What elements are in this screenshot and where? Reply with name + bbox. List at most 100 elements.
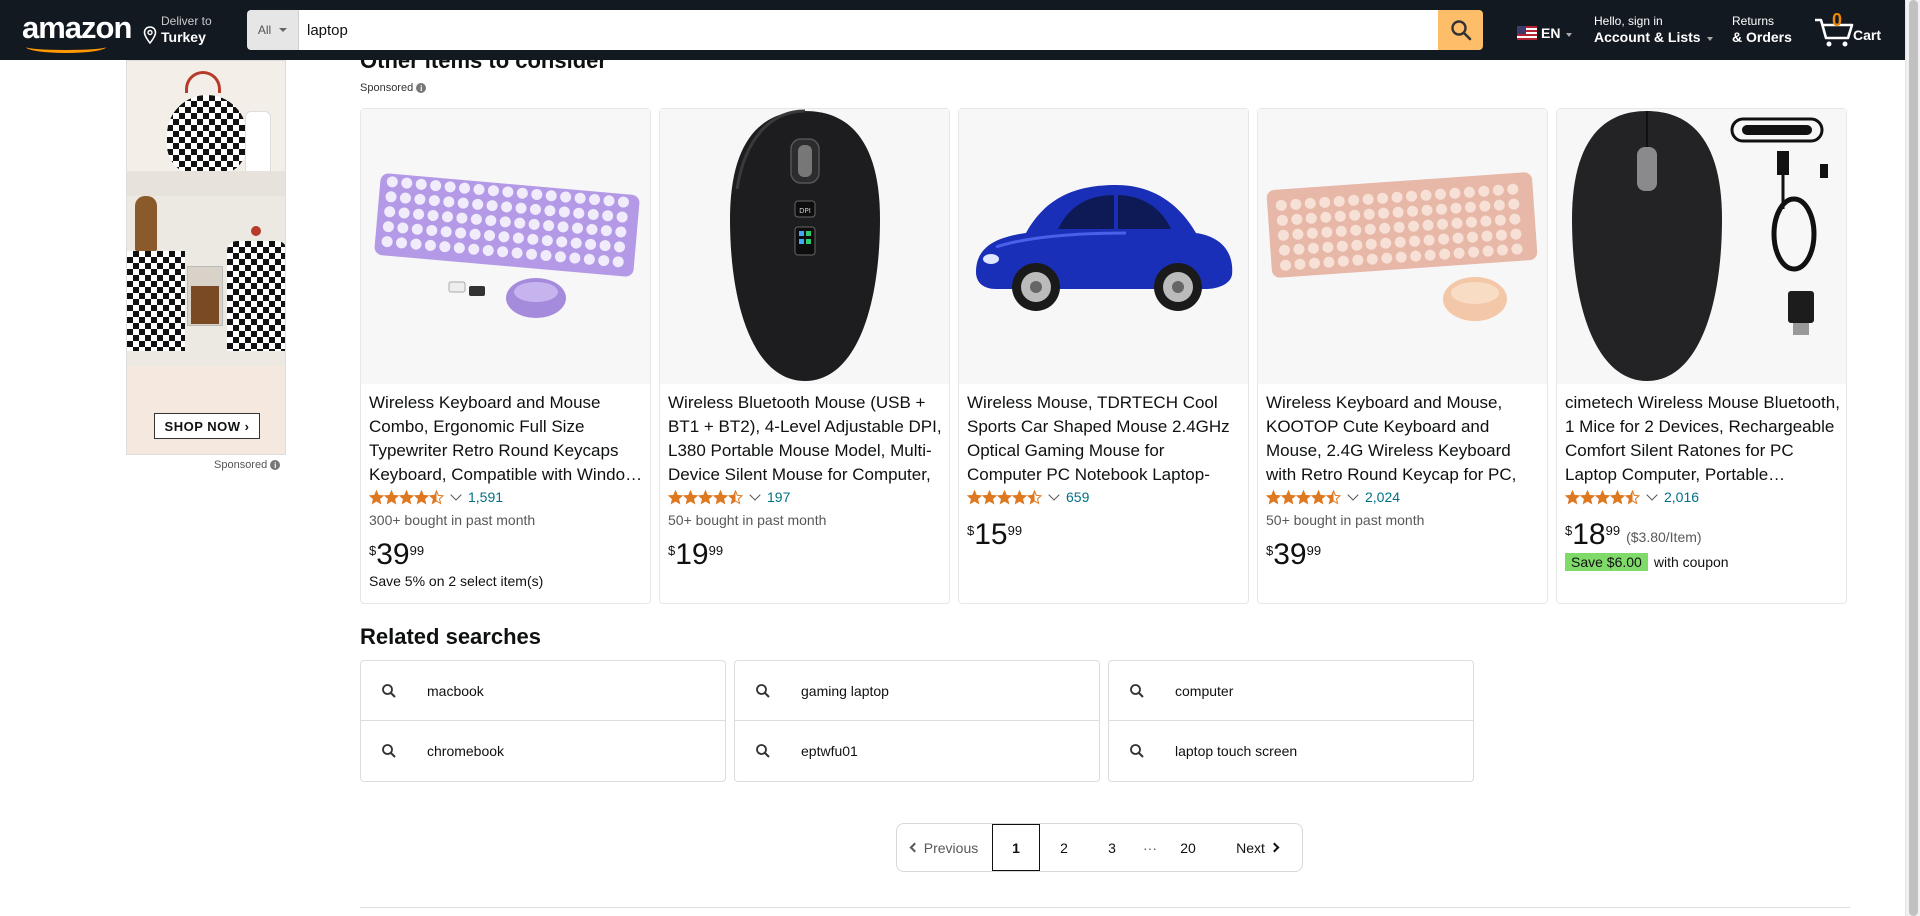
product-title[interactable]: cimetech Wireless Mouse Bluetooth, 1 Mic… [1565, 391, 1840, 487]
search-button[interactable] [1438, 10, 1483, 50]
product-card[interactable]: Wireless Keyboard and Mouse, KOOTOP Cute… [1257, 108, 1548, 604]
black-mouse-cable-image [1571, 111, 1828, 381]
next-page-button[interactable]: Next [1212, 824, 1302, 871]
pink-keyboard-image [1266, 171, 1538, 321]
related-search-item[interactable]: macbook [360, 660, 726, 721]
product-price[interactable]: $ 18 99 ($3.80/Item) [1565, 519, 1702, 551]
product-price[interactable]: $ 19 99 [668, 539, 723, 571]
page-2-button[interactable]: 2 [1040, 824, 1088, 871]
search-icon [756, 683, 770, 698]
related-search-label: eptwfu01 [801, 743, 858, 759]
related-search-label: laptop touch screen [1175, 743, 1298, 759]
price-whole: 15 [974, 518, 1008, 551]
product-rating[interactable]: 1,591 [368, 489, 504, 505]
price-fraction: 99 [1007, 523, 1023, 538]
star-icon [667, 489, 684, 505]
product-rating[interactable]: 659 [966, 489, 1089, 505]
cart-button[interactable]: 0 Cart [1814, 10, 1904, 50]
product-rating[interactable]: 2,024 [1265, 489, 1401, 505]
caret-down-icon [1706, 37, 1713, 41]
related-search-item[interactable]: laptop touch screen [1108, 721, 1474, 782]
page-20-button[interactable]: 20 [1164, 824, 1212, 871]
price-whole: 19 [675, 538, 709, 571]
star-icon [1594, 489, 1611, 505]
price-symbol: $ [967, 523, 975, 538]
search-category-dropdown[interactable]: All [247, 10, 299, 50]
chevron-down-icon [749, 489, 761, 501]
search-icon [1130, 744, 1144, 758]
scrollbar-thumb[interactable] [1909, 0, 1918, 916]
product-card[interactable]: Wireless Mouse, TDRTECH Cool Sports Car … [958, 108, 1249, 604]
related-search-item[interactable]: gaming laptop [734, 660, 1100, 721]
us-flag-icon [1517, 26, 1537, 40]
star-icon [1280, 489, 1297, 505]
deliver-to[interactable]: Deliver to Turkey [143, 14, 212, 46]
product-price[interactable]: $ 15 99 [967, 519, 1022, 551]
product-title[interactable]: Wireless Keyboard and Mouse, KOOTOP Cute… [1266, 391, 1541, 487]
review-count: 2,024 [1365, 489, 1401, 505]
star-icon [1265, 489, 1282, 505]
star-rating-icon [368, 489, 445, 505]
deliver-label: Deliver to [161, 14, 212, 28]
price-fraction: 99 [1306, 543, 1322, 558]
review-count: 1,591 [468, 489, 504, 505]
ad-sponsored-label[interactable]: Sponsored i [214, 459, 281, 471]
product-image[interactable] [1557, 109, 1846, 384]
bought-count: 50+ bought in past month [668, 512, 827, 528]
sponsored-label[interactable]: Sponsored i [360, 82, 427, 94]
deliver-location: Turkey [161, 29, 206, 45]
star-icon [682, 489, 699, 505]
account-menu[interactable]: Hello, sign in Account & Lists [1594, 14, 1713, 46]
page-number: 2 [1060, 839, 1068, 856]
product-rating[interactable]: 197 [667, 489, 790, 505]
review-count: 2,016 [1664, 489, 1700, 505]
star-icon [413, 489, 430, 505]
orders-label: & Orders [1732, 29, 1792, 45]
product-card[interactable]: Wireless Keyboard and Mouse Combo, Ergon… [360, 108, 651, 604]
product-price[interactable]: $ 39 99 [1266, 539, 1321, 571]
logo-smile-icon [26, 41, 106, 53]
account-lists-label: Account & Lists [1594, 29, 1701, 45]
product-title[interactable]: Wireless Bluetooth Mouse (USB + BT1 + BT… [668, 391, 943, 487]
previous-page-button[interactable]: Previous [897, 824, 992, 871]
related-search-item[interactable]: computer [1108, 660, 1474, 721]
price-whole: 39 [376, 538, 410, 571]
product-image[interactable] [361, 109, 650, 384]
related-search-item[interactable]: chromebook [360, 721, 726, 782]
language-label: EN [1541, 25, 1561, 41]
star-icon [996, 489, 1013, 505]
star-icon [398, 489, 415, 505]
sponsored-ad-banner[interactable]: SHOP NOW › [126, 60, 286, 455]
save-note[interactable]: Save 5% on 2 select item(s) [369, 573, 543, 589]
related-search-item[interactable]: eptwfu01 [734, 721, 1100, 782]
shop-now-button[interactable]: SHOP NOW › [154, 413, 260, 439]
price-whole: 39 [1273, 538, 1307, 571]
search-icon [382, 683, 396, 698]
product-card[interactable]: DPI Wireless Bluetooth Mouse (USB + BT1 … [659, 108, 950, 604]
product-image[interactable] [1258, 109, 1547, 384]
page-3-button[interactable]: 3 [1088, 824, 1136, 871]
product-title[interactable]: Wireless Mouse, TDRTECH Cool Sports Car … [967, 391, 1242, 487]
chevron-down-icon [1646, 489, 1658, 501]
product-card[interactable]: cimetech Wireless Mouse Bluetooth, 1 Mic… [1556, 108, 1847, 604]
product-rating[interactable]: 2,016 [1564, 489, 1700, 505]
coupon-offer[interactable]: Save $6.00 with coupon [1565, 553, 1729, 571]
language-selector[interactable]: EN [1517, 25, 1573, 41]
star-icon [1579, 489, 1596, 505]
product-image[interactable] [959, 109, 1248, 384]
purple-keyboard-image [374, 172, 639, 318]
star-rating-icon [667, 489, 744, 505]
returns-orders-link[interactable]: Returns & Orders [1732, 14, 1792, 46]
star-icon [1325, 489, 1342, 505]
page-1-button[interactable]: 1 [992, 824, 1040, 871]
product-carousel: Wireless Keyboard and Mouse Combo, Ergon… [360, 108, 1847, 604]
caret-down-icon [279, 28, 288, 32]
product-image[interactable]: DPI [660, 109, 949, 384]
product-title[interactable]: Wireless Keyboard and Mouse Combo, Ergon… [369, 391, 644, 487]
page-scrollbar[interactable] [1905, 0, 1920, 916]
star-icon [428, 489, 445, 505]
product-price[interactable]: $ 39 99 [369, 539, 424, 571]
amazon-logo[interactable]: amazon [22, 12, 132, 53]
related-searches-grid: macbook gaming laptop computer chromeboo… [360, 660, 1474, 782]
search-input[interactable] [299, 10, 1438, 50]
